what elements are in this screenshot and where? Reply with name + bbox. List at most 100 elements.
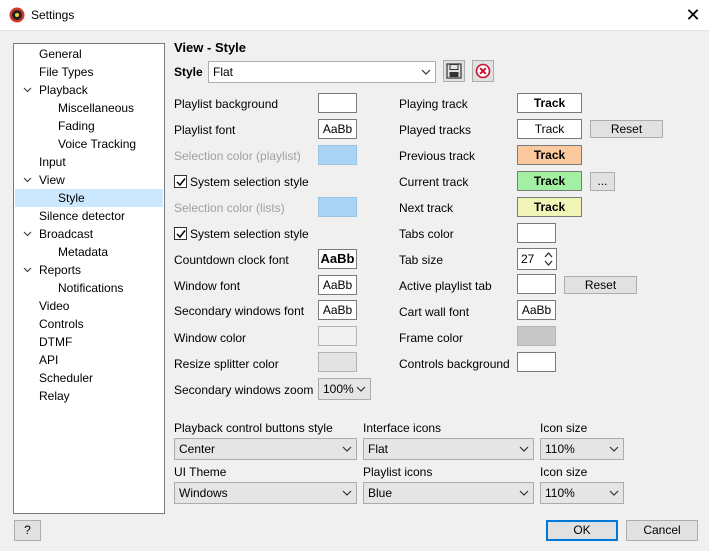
- cart-wall-font-button[interactable]: AaBb: [517, 300, 556, 320]
- tree-item-playback[interactable]: Playback: [39, 81, 88, 99]
- delete-icon: [475, 63, 491, 79]
- tree-item-general[interactable]: General: [39, 45, 82, 63]
- secondary-windows-font-button[interactable]: AaBb: [318, 300, 357, 320]
- chevron-down-icon[interactable]: [22, 225, 32, 243]
- active-playlist-tab-reset-button[interactable]: Reset: [564, 276, 637, 294]
- style-label: Style: [174, 65, 203, 79]
- secondary-windows-font-label: Secondary windows font: [174, 304, 305, 318]
- tree-item-notifications[interactable]: Notifications: [58, 279, 123, 297]
- chevron-down-icon: [609, 439, 619, 459]
- tree-item-view[interactable]: View: [39, 171, 65, 189]
- played-tracks-swatch[interactable]: Track: [517, 119, 582, 139]
- tree-item-input[interactable]: Input: [39, 153, 66, 171]
- resize-splitter-color-swatch[interactable]: [318, 352, 357, 372]
- previous-track-swatch[interactable]: Track: [517, 145, 582, 165]
- played-tracks-label: Played tracks: [399, 123, 472, 137]
- chevron-down-icon: [609, 483, 619, 503]
- playback-control-buttons-style-value: Center: [179, 442, 216, 456]
- icon-size-select-2[interactable]: 110%: [540, 482, 624, 504]
- current-track-swatch[interactable]: Track: [517, 171, 582, 191]
- icon-size-value-1: 110%: [545, 442, 575, 456]
- tree-item-style-selected[interactable]: Style: [15, 189, 163, 207]
- countdown-clock-font-button[interactable]: AaBb: [318, 249, 357, 269]
- system-selection-style-label-1: System selection style: [190, 175, 309, 189]
- playlist-icons-label: Playlist icons: [363, 465, 433, 479]
- system-selection-style-checkbox-1[interactable]: [174, 175, 187, 188]
- tree-item-file-types[interactable]: File Types: [39, 63, 93, 81]
- frame-color-swatch[interactable]: [517, 326, 556, 346]
- playlist-icons-select[interactable]: Blue: [363, 482, 534, 504]
- window-title: Settings: [31, 8, 75, 22]
- ui-theme-label: UI Theme: [174, 465, 227, 479]
- current-track-label: Current track: [399, 175, 469, 189]
- playing-track-swatch[interactable]: Track: [517, 93, 582, 113]
- icon-size-select-1[interactable]: 110%: [540, 438, 624, 460]
- interface-icons-select[interactable]: Flat: [363, 438, 534, 460]
- chevron-down-icon: [519, 439, 529, 459]
- tree-item-voice-tracking[interactable]: Voice Tracking: [58, 135, 136, 153]
- tree-item-reports[interactable]: Reports: [39, 261, 81, 279]
- window-color-swatch[interactable]: [318, 326, 357, 346]
- tree-item-controls[interactable]: Controls: [39, 315, 84, 333]
- tree-item-metadata[interactable]: Metadata: [58, 243, 108, 261]
- chevron-down-icon[interactable]: [22, 261, 32, 279]
- playlist-font-label: Playlist font: [174, 123, 236, 137]
- system-selection-style-checkbox-2[interactable]: [174, 227, 187, 240]
- chevron-down-icon: [342, 483, 352, 503]
- selection-color-lists-swatch[interactable]: [318, 197, 357, 217]
- active-playlist-tab-label: Active playlist tab: [399, 279, 492, 293]
- tree-item-relay[interactable]: Relay: [39, 387, 70, 405]
- playback-control-buttons-style-select[interactable]: Center: [174, 438, 357, 460]
- playlist-font-button[interactable]: AaBb: [318, 119, 357, 139]
- countdown-clock-font-label: Countdown clock font: [174, 253, 289, 267]
- tabs-color-label: Tabs color: [399, 227, 454, 241]
- secondary-windows-zoom-select[interactable]: 100%: [318, 378, 371, 400]
- next-track-swatch[interactable]: Track: [517, 197, 582, 217]
- ui-theme-select[interactable]: Windows: [174, 482, 357, 504]
- style-select[interactable]: Flat: [208, 61, 436, 83]
- icon-size-value-2: 110%: [545, 486, 575, 500]
- tree-item-video[interactable]: Video: [39, 297, 69, 315]
- spinner-arrows-icon[interactable]: [544, 251, 553, 267]
- window-font-label: Window font: [174, 279, 241, 293]
- selection-color-playlist-swatch[interactable]: [318, 145, 357, 165]
- help-button[interactable]: ?: [14, 520, 41, 541]
- controls-background-swatch[interactable]: [517, 352, 556, 372]
- playlist-background-swatch[interactable]: [318, 93, 357, 113]
- tree-item-silence-detector[interactable]: Silence detector: [39, 207, 125, 225]
- current-track-more-button[interactable]: ...: [590, 172, 615, 191]
- active-playlist-tab-swatch[interactable]: [517, 274, 556, 294]
- chevron-down-icon: [356, 379, 366, 399]
- tree-item-broadcast[interactable]: Broadcast: [39, 225, 93, 243]
- chevron-down-icon: [421, 62, 431, 82]
- tree-item-fading[interactable]: Fading: [58, 117, 95, 135]
- interface-icons-label: Interface icons: [363, 421, 442, 435]
- save-style-button[interactable]: [443, 60, 465, 82]
- cancel-button[interactable]: Cancel: [626, 520, 698, 541]
- resize-splitter-color-label: Resize splitter color: [174, 357, 279, 371]
- tabs-color-swatch[interactable]: [517, 223, 556, 243]
- frame-color-label: Frame color: [399, 331, 464, 345]
- checkmark-icon: [176, 178, 186, 187]
- delete-style-button[interactable]: [472, 60, 494, 82]
- tree-item-scheduler[interactable]: Scheduler: [39, 369, 93, 387]
- window-font-button[interactable]: AaBb: [318, 275, 357, 295]
- tree-item-dtmf[interactable]: DTMF: [39, 333, 72, 351]
- close-icon[interactable]: ✕: [680, 2, 706, 28]
- tab-size-spinner[interactable]: 27: [517, 248, 557, 270]
- secondary-windows-zoom-label: Secondary windows zoom: [174, 383, 314, 397]
- controls-background-label: Controls background: [399, 357, 510, 371]
- chevron-down-icon[interactable]: [22, 171, 32, 189]
- chevron-down-icon: [342, 439, 352, 459]
- ok-button[interactable]: OK: [546, 520, 618, 541]
- tree-item-miscellaneous[interactable]: Miscellaneous: [58, 99, 134, 117]
- secondary-windows-zoom-value: 100%: [323, 382, 354, 396]
- chevron-down-icon[interactable]: [22, 81, 32, 99]
- playback-control-buttons-style-label: Playback control buttons style: [174, 421, 333, 435]
- chevron-down-icon: [519, 483, 529, 503]
- tree-item-api[interactable]: API: [39, 351, 58, 369]
- played-tracks-reset-button[interactable]: Reset: [590, 120, 663, 138]
- checkmark-icon: [176, 230, 186, 239]
- selection-color-lists-label: Selection color (lists): [174, 201, 285, 215]
- interface-icons-value: Flat: [368, 442, 389, 456]
